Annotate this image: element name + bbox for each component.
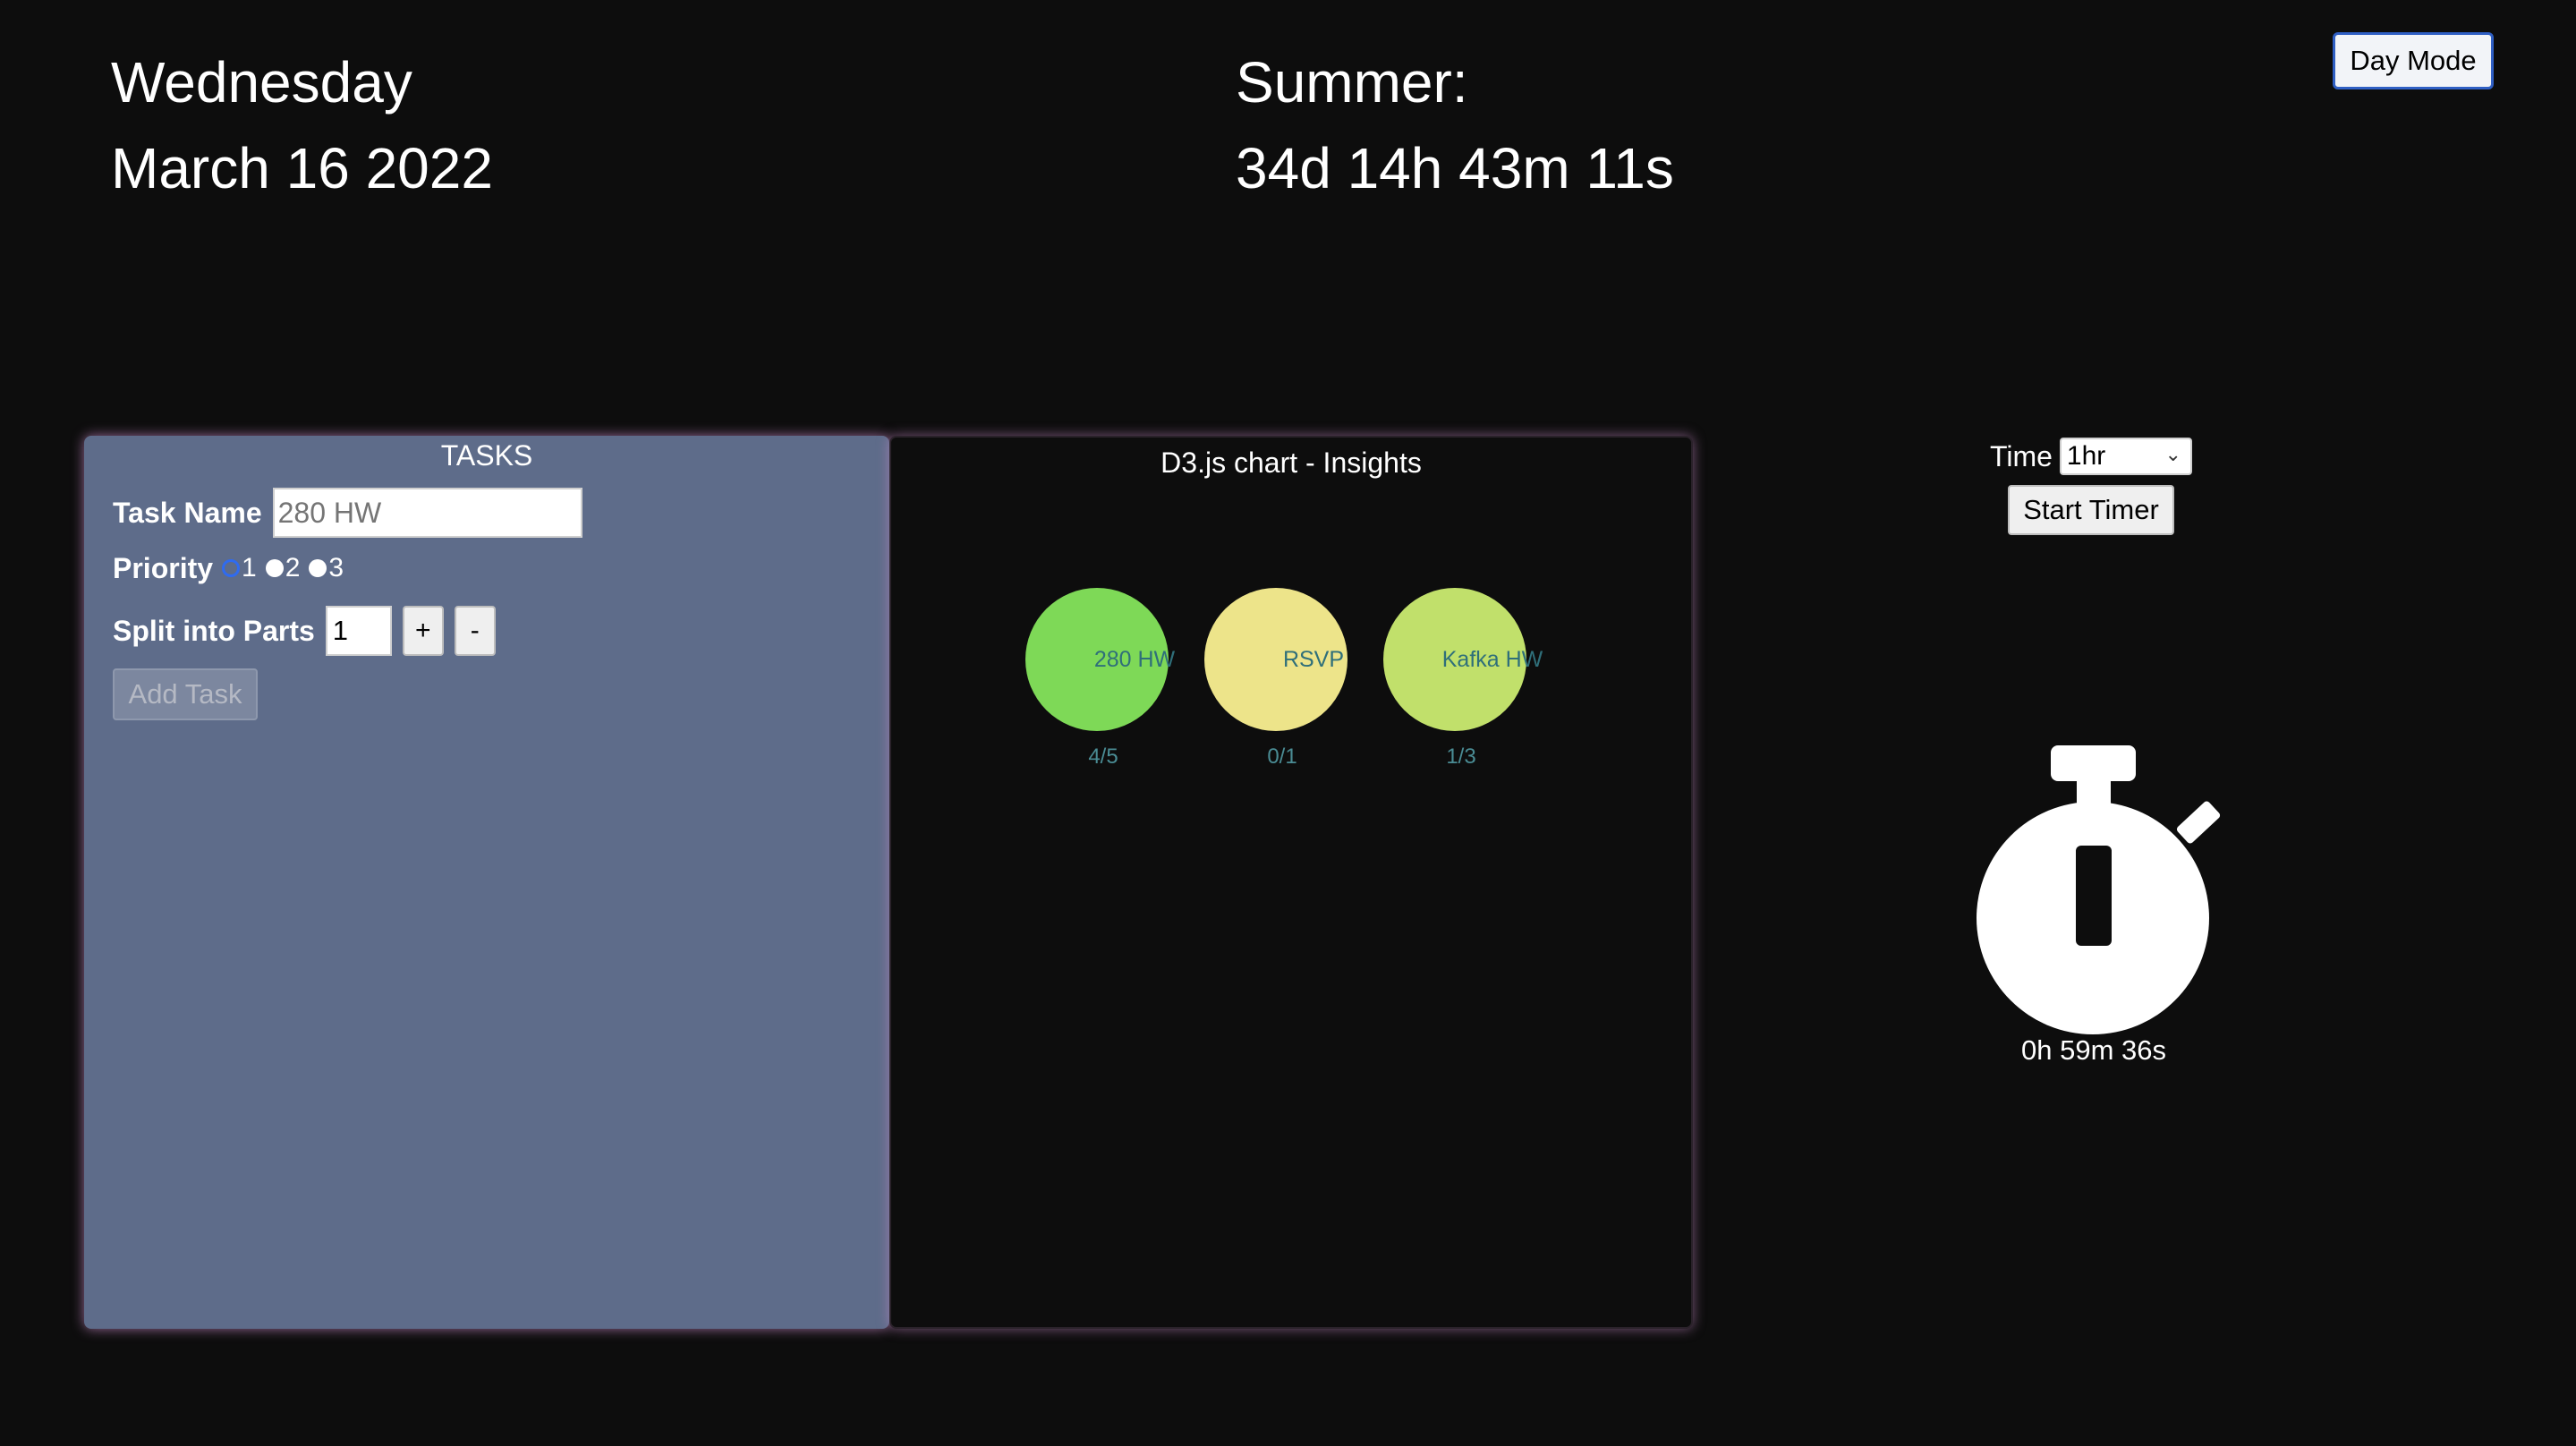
tasks-panel: TASKS Task Name Priority 1 2 3 Split int…	[84, 436, 889, 1329]
bubble-progress-3: 1/3	[1446, 744, 1475, 769]
priority-radio-3[interactable]	[309, 559, 327, 577]
task-name-label: Task Name	[113, 496, 262, 529]
task-name-input[interactable]	[272, 488, 582, 538]
add-task-button[interactable]: Add Task	[113, 668, 258, 720]
tasks-title: TASKS	[440, 439, 533, 472]
countdown-label: Summer:	[1236, 50, 1468, 115]
time-row: Time 1hr ⌄	[1990, 437, 2196, 476]
start-timer-button[interactable]: Start Timer	[2008, 485, 2174, 535]
weekday: Wednesday	[111, 50, 412, 115]
summer-countdown: Summer: 34d 14h 43m 11s	[1236, 39, 1674, 211]
priority-radio-1[interactable]	[222, 559, 241, 577]
decrement-button[interactable]: -	[454, 606, 496, 656]
priority-radio-2[interactable]	[265, 559, 284, 577]
priority-option-3: 3	[328, 553, 344, 583]
priority-option-1: 1	[242, 553, 257, 583]
split-row: Split into Parts + -	[113, 604, 496, 658]
bubble-progress-1: 4/5	[1088, 744, 1118, 769]
time-select-value: 1hr	[2066, 441, 2106, 471]
timer-readout: 0h 59m 36s	[2021, 1034, 2166, 1066]
split-parts-input[interactable]	[325, 606, 392, 656]
task-name-row: Task Name	[113, 486, 582, 540]
date-block: Wednesday March 16 2022	[111, 39, 493, 211]
countdown-value: 34d 14h 43m 11s	[1236, 136, 1674, 200]
time-select[interactable]: 1hr ⌄	[2059, 438, 2192, 475]
split-label: Split into Parts	[113, 614, 315, 647]
priority-option-2: 2	[285, 553, 301, 583]
bubble-chart: 280 HW 4/5 RSVP 0/1 Kafka HW 1/3	[1025, 588, 1543, 769]
full-date: March 16 2022	[111, 136, 493, 200]
bubble-progress-2: 0/1	[1267, 744, 1297, 769]
insights-chart-panel: D3.js chart - Insights 280 HW 4/5 RSVP 0/1 K…	[889, 436, 1693, 1329]
priority-row: Priority 1 2 3	[113, 549, 344, 588]
time-label: Time	[1990, 439, 2053, 472]
stopwatch-icon	[1977, 745, 2221, 1034]
bubble-label-1: 280 HW	[1094, 647, 1176, 672]
priority-label: Priority	[113, 551, 214, 584]
bubble-label-2: RSVP	[1283, 647, 1344, 672]
chevron-down-icon: ⌄	[2164, 443, 2181, 465]
timer-controls: Time 1hr ⌄ Start Timer	[1990, 437, 2196, 535]
day-mode-button[interactable]: Day Mode	[2333, 32, 2494, 89]
bubble-label-3: Kafka HW	[1442, 647, 1543, 672]
increment-button[interactable]: +	[402, 606, 444, 656]
